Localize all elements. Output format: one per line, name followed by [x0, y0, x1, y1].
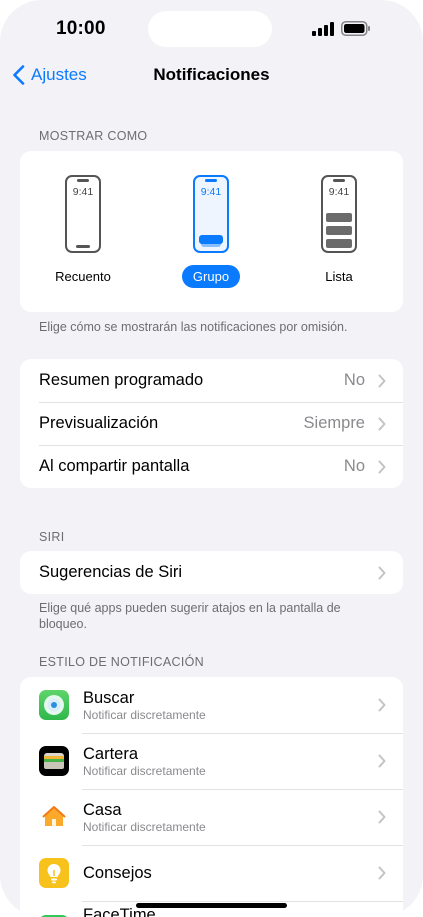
display-option-stack[interactable]: 9:41 Grupo: [156, 175, 266, 288]
row-value: No: [343, 457, 365, 475]
display-option-label: Lista: [325, 269, 353, 284]
count-preview-icon: 9:41: [65, 175, 101, 253]
row-label: Resumen programado: [39, 371, 204, 389]
home-icon: [39, 802, 69, 832]
display-option-count[interactable]: 9:41 Recuento: [28, 175, 138, 288]
stack-preview-icon: 9:41: [193, 175, 229, 253]
chevron-right-icon: [378, 810, 386, 824]
page-title: Notificaciones: [153, 65, 270, 84]
chevron-right-icon: [378, 374, 386, 387]
dynamic-island: [148, 11, 272, 47]
tips-icon: [39, 858, 69, 888]
siri-footer: Elige qué apps pueden sugerir atajos en …: [39, 601, 341, 631]
previews-row[interactable]: Previsualización Siempre: [20, 402, 403, 445]
navigation-bar: Ajustes Notificaciones: [0, 56, 423, 96]
siri-card: Sugerencias de Siri: [20, 551, 403, 594]
display-option-list[interactable]: 9:41 Lista: [284, 175, 394, 288]
list-preview-icon: 9:41: [321, 175, 357, 253]
status-bar: 10:00: [0, 0, 423, 56]
app-name: Casa: [83, 800, 122, 819]
display-as-footer: Elige cómo se mostrarán las notificacion…: [39, 320, 348, 334]
chevron-right-icon: [378, 698, 386, 712]
app-subtitle: Notificar discretamente: [83, 707, 206, 722]
row-value: Siempre: [303, 414, 365, 432]
chevron-right-icon: [378, 460, 386, 473]
row-label: Al compartir pantalla: [39, 457, 190, 475]
app-row-cartera[interactable]: Cartera Notificar discretamente: [20, 733, 403, 789]
chevron-right-icon: [378, 417, 386, 430]
display-as-header: MOSTRAR COMO: [39, 129, 148, 143]
app-row-casa[interactable]: Casa Notificar discretamente: [20, 789, 403, 845]
app-row-buscar[interactable]: Buscar Notificar discretamente: [20, 677, 403, 733]
siri-suggestions-row[interactable]: Sugerencias de Siri: [20, 551, 403, 594]
app-row-consejos[interactable]: Consejos: [20, 845, 403, 901]
chevron-right-icon: [378, 566, 386, 579]
siri-header: SIRI: [39, 530, 65, 544]
screen-sharing-row[interactable]: Al compartir pantalla No: [20, 445, 403, 488]
status-time: 10:00: [56, 18, 106, 39]
chevron-right-icon: [378, 754, 386, 768]
wallet-icon: [39, 746, 69, 776]
row-label: Previsualización: [39, 414, 159, 432]
notification-style-header: ESTILO DE NOTIFICACIÓN: [39, 655, 204, 669]
home-indicator[interactable]: [136, 903, 287, 908]
battery-icon: [341, 21, 370, 36]
app-name: Consejos: [83, 864, 152, 882]
app-subtitle: Notificar discretamente: [83, 819, 206, 834]
find-my-icon: [39, 690, 69, 720]
row-value: No: [343, 371, 365, 389]
display-as-card: 9:41 Recuento 9:41 Grupo 9:41 Lista: [20, 151, 403, 312]
display-option-label: Recuento: [55, 269, 111, 284]
display-option-label: Grupo: [181, 265, 241, 288]
settings-card: Resumen programado No Previsualización S…: [20, 359, 403, 488]
phone-screen: 10:00 Ajustes Notificaciones MOSTRAR COM…: [0, 0, 423, 917]
app-name: Buscar: [83, 688, 135, 707]
row-label: Sugerencias de Siri: [39, 563, 183, 581]
signal-icon: [312, 22, 334, 36]
scheduled-summary-row[interactable]: Resumen programado No: [20, 359, 403, 402]
app-subtitle: Notificar discretamente: [83, 763, 206, 778]
chevron-right-icon: [378, 866, 386, 880]
apps-card: Buscar Notificar discretamente Cartera N…: [20, 677, 403, 917]
app-name: Cartera: [83, 744, 139, 763]
